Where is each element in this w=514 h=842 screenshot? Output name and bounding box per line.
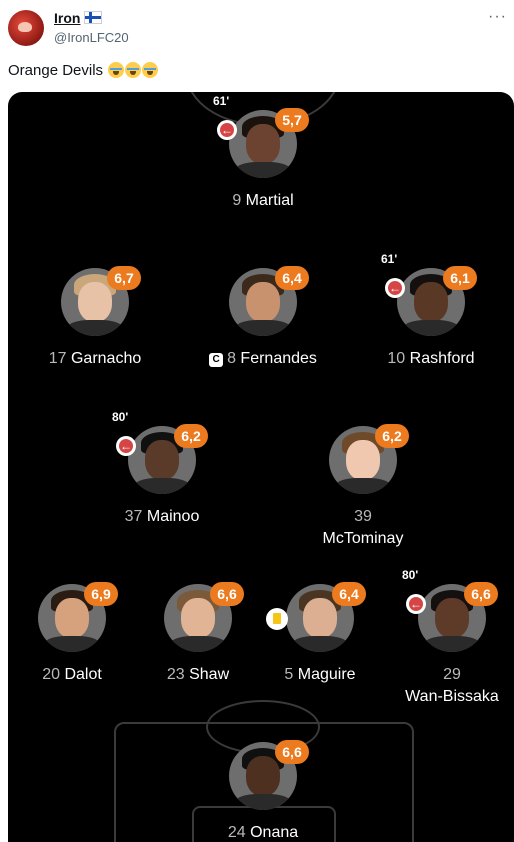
player-card: 6,6 80' ← 29 Wan-Bissaka — [362, 568, 514, 714]
player-name: Rashford — [409, 350, 475, 367]
tweet-text: Orange Devils — [8, 62, 159, 79]
player-face — [78, 282, 112, 322]
display-name-text[interactable]: Iron — [54, 10, 80, 26]
user-avatar[interactable] — [8, 10, 44, 46]
player-name: Maguire — [297, 666, 356, 683]
player-shirt — [335, 478, 391, 494]
player-card: 6,4 C 8 Fernandes — [173, 266, 353, 398]
player-rating-badge: 6,2 — [174, 424, 208, 448]
player-name: Fernandes — [240, 350, 317, 367]
finland-flag-icon — [84, 11, 103, 24]
player-rating-badge: 6,7 — [107, 266, 141, 290]
player-card: 6,2 39 McTominay — [273, 424, 453, 556]
player-rating-badge: 6,6 — [464, 582, 498, 606]
player-number: 37 — [124, 508, 143, 525]
player-card: 6,1 61' ← 10 Rashford — [341, 252, 514, 398]
player-shirt — [44, 636, 100, 652]
tweet-header: Iron @IronLFC20 ··· Orange Devils — [0, 0, 514, 90]
display-name[interactable]: Iron — [54, 10, 103, 26]
player-number: 10 — [387, 350, 406, 367]
player-face — [55, 598, 89, 638]
player-number: 29 — [443, 666, 461, 683]
more-options-icon[interactable]: ··· — [488, 8, 507, 26]
tweet-body: Orange Devils — [8, 62, 104, 79]
player-card: 6,7 17 Garnacho — [8, 266, 185, 398]
player-name-label: 39 McTominay — [273, 506, 453, 550]
player-card: 6,6 24 Onana — [173, 740, 353, 842]
player-face — [181, 598, 215, 638]
player-name-label: 10 Rashford — [341, 348, 514, 370]
player-name: Shaw — [189, 666, 230, 683]
player-name: Mainoo — [146, 508, 200, 525]
player-number: 23 — [166, 666, 185, 683]
crying-emoji-icon — [125, 62, 142, 78]
player-face — [246, 124, 280, 164]
substitution-minute: 80' — [112, 410, 129, 424]
player-number: 9 — [232, 192, 242, 209]
player-name: Martial — [245, 192, 294, 209]
player-number: 20 — [42, 666, 60, 683]
player-shirt — [235, 320, 291, 336]
user-handle[interactable]: @IronLFC20 — [54, 30, 129, 45]
player-face — [303, 598, 337, 638]
player-name: Onana — [250, 824, 299, 841]
substitution-minute: 61' — [213, 94, 230, 108]
yellow-card-icon — [266, 608, 288, 630]
crying-emoji-icon — [142, 62, 159, 78]
lineup-image[interactable]: 5,7 61' ← 9 Martial 6,7 17 Garnacho 6,4 C 8 Fern… — [8, 92, 514, 842]
substitution-minute: 80' — [402, 568, 419, 582]
player-rating-badge: 6,2 — [375, 424, 409, 448]
player-shirt — [170, 636, 226, 652]
player-name-label: 24 Onana — [173, 822, 353, 842]
player-name: Wan-Bissaka — [405, 688, 499, 705]
player-card: 6,2 80' ← 37 Mainoo — [72, 410, 252, 556]
player-name-label: 37 Mainoo — [72, 506, 252, 528]
player-shirt — [67, 320, 123, 336]
player-name: Garnacho — [70, 350, 142, 367]
player-name-label: 9 Martial — [173, 190, 353, 212]
player-number: 8 — [227, 350, 236, 367]
player-rating-badge: 5,7 — [275, 108, 309, 132]
player-name: Dalot — [64, 666, 102, 683]
player-face — [145, 440, 179, 480]
player-number: 5 — [284, 666, 294, 683]
sub-off-arrow-icon: ← — [385, 278, 405, 298]
arrow-left-glyph: ← — [389, 281, 401, 295]
player-face — [346, 440, 380, 480]
substitution-minute: 61' — [381, 252, 398, 266]
arrow-left-glyph: ← — [410, 597, 422, 611]
crying-emoji-icon — [108, 62, 125, 78]
player-shirt — [403, 320, 459, 336]
player-shirt — [235, 162, 291, 178]
player-face — [246, 282, 280, 322]
player-face — [246, 756, 280, 796]
player-number: 39 — [354, 508, 372, 525]
arrow-left-glyph: ← — [120, 439, 132, 453]
player-name-label: 29 Wan-Bissaka — [362, 664, 514, 708]
player-rating-badge: 6,4 — [275, 266, 309, 290]
player-rating-badge: 6,4 — [332, 582, 366, 606]
player-face — [435, 598, 469, 638]
captain-badge-icon: C — [209, 353, 224, 367]
arrow-left-glyph: ← — [221, 123, 233, 137]
player-number: 17 — [48, 350, 67, 367]
player-name: McTominay — [322, 530, 404, 547]
player-face — [414, 282, 448, 322]
player-rating-badge: 6,6 — [275, 740, 309, 764]
sub-off-arrow-icon: ← — [116, 436, 136, 456]
player-number: 24 — [227, 824, 246, 841]
player-name-label: 17 Garnacho — [8, 348, 185, 370]
player-card: 5,7 61' ← 9 Martial — [173, 94, 353, 240]
player-shirt — [235, 794, 291, 810]
player-shirt — [292, 636, 348, 652]
sub-off-arrow-icon: ← — [217, 120, 237, 140]
sub-off-arrow-icon: ← — [406, 594, 426, 614]
player-name-label: C8 Fernandes — [173, 348, 353, 370]
player-shirt — [134, 478, 190, 494]
player-shirt — [424, 636, 480, 652]
player-rating-badge: 6,1 — [443, 266, 477, 290]
